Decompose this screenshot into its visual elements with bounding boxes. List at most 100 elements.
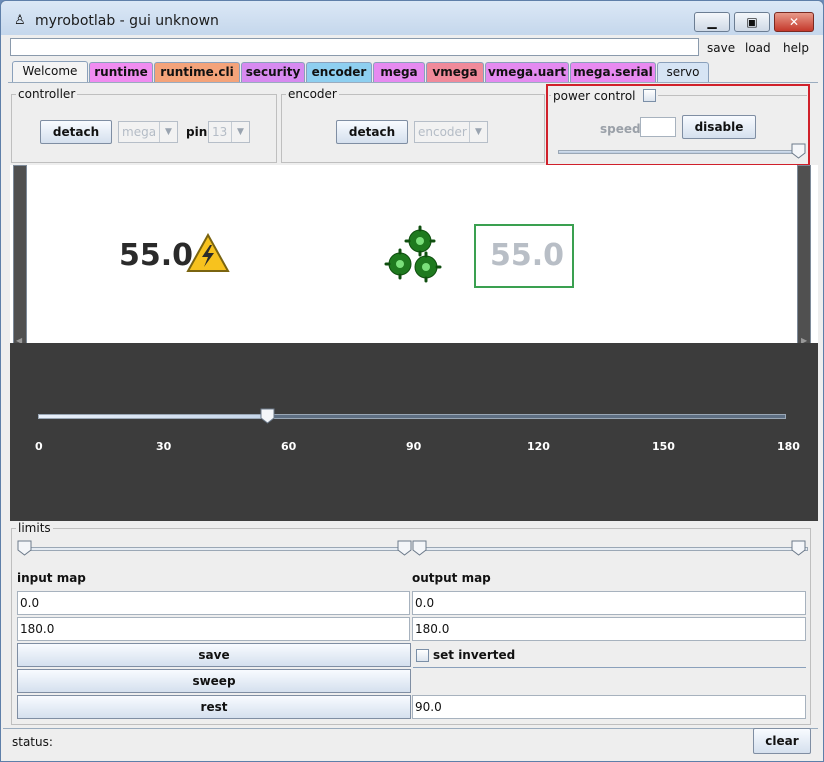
tick-30: 30 <box>156 440 172 453</box>
tab-label: Welcome <box>22 64 78 78</box>
target-position-value: 55.0 <box>490 238 565 273</box>
position-slider-thumb[interactable] <box>260 408 275 424</box>
tab-security[interactable]: security <box>241 62 305 82</box>
tab-servo[interactable]: servo <box>657 62 709 82</box>
high-voltage-warning-icon <box>186 233 230 272</box>
menu-load[interactable]: load <box>745 41 771 55</box>
power-control-legend: power control <box>551 87 658 103</box>
tab-welcome[interactable]: Welcome <box>12 61 88 83</box>
tick-180: 180 <box>777 440 800 453</box>
minimize-button[interactable]: ▁ <box>694 12 730 32</box>
encoder-select[interactable]: encoder ▼ <box>414 121 488 143</box>
input-min-thumb[interactable] <box>17 540 32 556</box>
tab-label: runtime <box>94 65 148 79</box>
input-max-thumb[interactable] <box>397 540 412 556</box>
inverted-divider <box>413 667 806 668</box>
robot-icon: ♙ <box>14 13 26 28</box>
menu-help[interactable]: help <box>783 41 809 55</box>
clear-button[interactable]: clear <box>753 728 811 754</box>
output-range-track[interactable] <box>418 547 808 551</box>
rest-value-field[interactable]: 90.0 <box>412 695 806 719</box>
set-inverted-checkbox[interactable] <box>416 649 429 662</box>
gears-icon <box>384 225 442 283</box>
window-title: myrobotlab - gui unknown <box>35 13 219 29</box>
tab-encoder[interactable]: encoder <box>306 62 372 82</box>
tab-mega-serial[interactable]: mega.serial <box>570 62 656 82</box>
tab-label: vmega.uart <box>487 65 566 79</box>
title-bar[interactable]: ♙ myrobotlab - gui unknown ▁ ▣ ✕ <box>1 1 823 35</box>
controller-legend: controller <box>18 87 76 101</box>
rest-button[interactable]: rest <box>17 695 411 719</box>
close-button[interactable]: ✕ <box>774 12 814 32</box>
save-button[interactable]: save <box>17 643 411 667</box>
tab-label: vmega <box>432 65 478 79</box>
tick-150: 150 <box>652 440 675 453</box>
tab-label: encoder <box>311 65 367 79</box>
tick-0: 0 <box>35 440 43 453</box>
controller-detach-button[interactable]: detach <box>40 120 112 144</box>
output-map-label: output map <box>412 571 491 585</box>
tick-60: 60 <box>281 440 297 453</box>
tab-label: servo <box>666 65 700 79</box>
pin-label: pin <box>186 125 208 139</box>
tab-runtime[interactable]: runtime <box>89 62 153 82</box>
input-range-track[interactable] <box>21 547 411 551</box>
input-max-field[interactable]: 180.0 <box>17 617 410 641</box>
chevron-down-icon: ▼ <box>231 122 249 142</box>
controller-panel: controller detach mega ▼ pin 13 ▼ <box>11 87 277 163</box>
encoder-detach-button[interactable]: detach <box>336 120 408 144</box>
power-control-panel: power control speed disable <box>549 87 807 163</box>
maximize-icon: ▣ <box>746 15 758 29</box>
chevron-down-icon: ▼ <box>469 122 487 142</box>
limits-legend: limits <box>18 521 51 535</box>
speed-label: speed <box>600 122 641 136</box>
tab-vmega[interactable]: vmega <box>426 62 484 82</box>
encoder-legend: encoder <box>288 87 337 101</box>
app-window: ♙ myrobotlab - gui unknown ▁ ▣ ✕ save lo… <box>0 0 824 762</box>
speed-input[interactable] <box>640 117 676 137</box>
tab-label: mega.serial <box>573 65 653 79</box>
pin-value: 13 <box>212 125 228 139</box>
encoder-value: encoder <box>418 125 467 139</box>
sweep-button[interactable]: sweep <box>17 669 411 693</box>
tab-vmega-uart[interactable]: vmega.uart <box>485 62 569 82</box>
command-input[interactable] <box>10 38 699 56</box>
target-position-box: 55.0 <box>474 224 574 288</box>
tab-label: mega <box>380 65 418 79</box>
client-area: save load help Welcome runtime runtime.c… <box>3 35 818 756</box>
tick-90: 90 <box>406 440 422 453</box>
menu-save[interactable]: save <box>707 41 735 55</box>
power-control-checkbox[interactable] <box>643 89 657 102</box>
power-control-label: power control <box>553 89 636 103</box>
power-slider-track[interactable] <box>558 150 798 154</box>
power-slider-thumb[interactable] <box>791 143 806 159</box>
input-map-label: input map <box>17 571 86 585</box>
set-inverted-label: set inverted <box>433 648 516 662</box>
output-max-field[interactable]: 180.0 <box>412 617 806 641</box>
encoder-panel: encoder detach encoder ▼ <box>281 87 545 163</box>
minimize-icon: ▁ <box>707 15 717 29</box>
status-divider <box>3 728 818 729</box>
output-min-field[interactable]: 0.0 <box>412 591 806 615</box>
current-position-value: 55.0 <box>119 238 194 273</box>
output-max-thumb[interactable] <box>791 540 806 556</box>
controller-board-value: mega <box>122 125 157 139</box>
tab-label: security <box>245 65 301 79</box>
input-min-field[interactable]: 0.0 <box>17 591 410 615</box>
position-slider-panel <box>10 343 818 521</box>
tab-label: runtime.cli <box>160 65 234 79</box>
controller-board-select[interactable]: mega ▼ <box>118 121 178 143</box>
tab-divider <box>8 82 818 83</box>
pin-select[interactable]: 13 ▼ <box>208 121 250 143</box>
close-icon: ✕ <box>788 15 800 29</box>
status-label: status: <box>12 735 53 749</box>
tab-runtime-cli[interactable]: runtime.cli <box>154 62 240 82</box>
tab-mega[interactable]: mega <box>373 62 425 82</box>
position-slider-track[interactable] <box>38 414 786 419</box>
chevron-down-icon: ▼ <box>159 122 177 142</box>
tick-120: 120 <box>527 440 550 453</box>
disable-button[interactable]: disable <box>682 115 756 139</box>
status-bar: status: clear <box>3 728 818 756</box>
maximize-button[interactable]: ▣ <box>734 12 770 32</box>
output-min-thumb[interactable] <box>412 540 427 556</box>
